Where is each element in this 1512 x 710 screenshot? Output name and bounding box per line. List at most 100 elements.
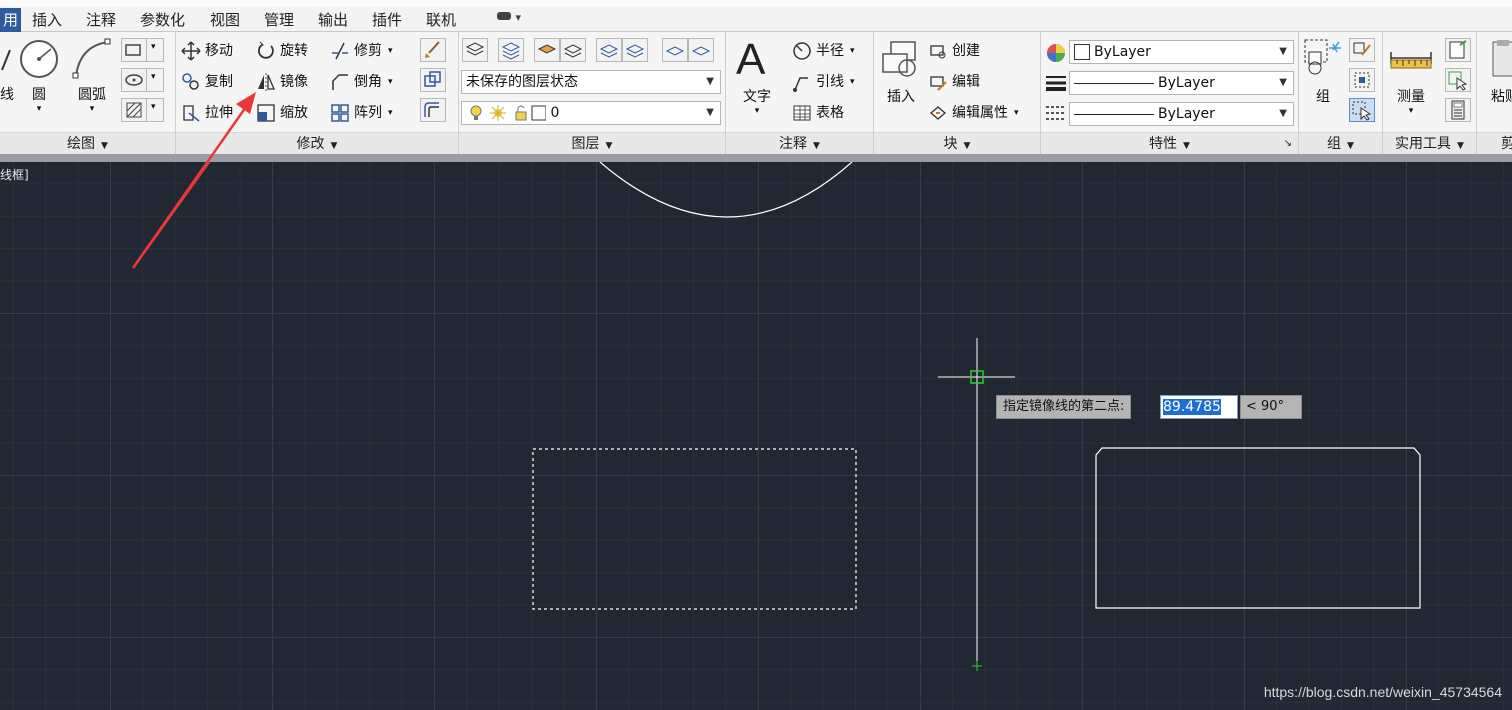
move-icon xyxy=(181,41,201,61)
tab-output[interactable]: 输出 xyxy=(318,9,348,31)
chevron-down-icon: ▼ xyxy=(1457,141,1464,151)
group-edit-button[interactable] xyxy=(1349,68,1375,92)
modify-panel-title[interactable]: 修改 ▼ xyxy=(176,132,458,154)
clipboard-panel-title[interactable]: 剪 xyxy=(1477,132,1512,154)
layer-walk-button[interactable] xyxy=(662,38,688,62)
quick-select-button[interactable] xyxy=(1445,38,1471,62)
layers-panel-title[interactable]: 图层 ▼ xyxy=(459,132,725,154)
color-dropdown[interactable]: ByLayer ▼ xyxy=(1069,40,1294,64)
ellipse-dropdown[interactable]: ▾ xyxy=(146,68,164,92)
dynamic-input-angle[interactable]: < 90° xyxy=(1240,395,1302,419)
scale-button[interactable]: 缩放 xyxy=(256,101,308,125)
dynamic-input-value[interactable]: 89.4785 xyxy=(1160,395,1238,419)
text-button[interactable]: 文字 ▾ xyxy=(734,86,780,116)
edit-attributes-button[interactable]: 编辑属性 ▾ xyxy=(928,101,1019,125)
panel-launcher-icon[interactable]: ↘ xyxy=(1284,133,1292,155)
tab-online[interactable]: 联机 xyxy=(426,9,456,31)
chevron-down-icon: ▾ xyxy=(388,46,393,56)
erase-button[interactable] xyxy=(420,38,446,62)
hatch-dropdown[interactable]: ▾ xyxy=(146,98,164,122)
mirror-button[interactable]: 镜像 xyxy=(256,70,308,94)
layer-isolate-button[interactable] xyxy=(534,38,560,62)
create-block-icon xyxy=(930,45,946,59)
chevron-down-icon: ▾ xyxy=(151,102,156,112)
calculator-button[interactable] xyxy=(1445,98,1471,122)
hatch-button[interactable] xyxy=(121,98,147,122)
tab-parametric[interactable]: 参数化 xyxy=(140,9,185,31)
linetype-dropdown[interactable]: ByLayer ▼ xyxy=(1069,102,1294,126)
tab-overflow-button[interactable]: ▾ xyxy=(496,11,521,24)
scale-icon xyxy=(257,104,275,122)
rotate-button[interactable]: 旋转 xyxy=(256,39,308,63)
leader-button[interactable]: 引线 ▾ xyxy=(792,70,855,94)
layer-off-button[interactable] xyxy=(596,38,622,62)
move-button[interactable]: 移动 xyxy=(181,39,233,63)
layer-walk-icon xyxy=(665,46,685,56)
copy-button[interactable]: 复制 xyxy=(181,70,233,94)
table-button[interactable]: 表格 xyxy=(792,101,844,125)
tab-view[interactable]: 视图 xyxy=(210,9,240,31)
tab-insert[interactable]: 插入 xyxy=(32,9,62,31)
line-button[interactable]: 线 xyxy=(0,84,14,104)
arc-button[interactable]: 圆弧 ▾ xyxy=(70,84,114,114)
move-label: 移动 xyxy=(205,43,233,59)
create-block-button[interactable]: 创建 xyxy=(928,39,980,63)
layer-merge-button[interactable] xyxy=(688,38,714,62)
chevron-down-icon: ▼ xyxy=(101,141,108,151)
explode-button[interactable] xyxy=(420,68,446,92)
edit-block-button[interactable]: 编辑 xyxy=(928,70,980,94)
group-panel-title[interactable]: 组 ▼ xyxy=(1299,132,1382,154)
chevron-down-icon: ▼ xyxy=(706,76,714,87)
tab-manage[interactable]: 管理 xyxy=(264,9,294,31)
offset-button[interactable] xyxy=(420,98,446,122)
utilities-panel-title[interactable]: 实用工具 ▼ xyxy=(1383,132,1476,154)
chevron-down-icon: ▼ xyxy=(1279,108,1287,119)
layer-match-button[interactable] xyxy=(498,38,524,62)
rotate-label: 旋转 xyxy=(280,43,308,59)
ellipse-button[interactable] xyxy=(121,68,147,92)
tab-plugins[interactable]: 插件 xyxy=(372,9,402,31)
group-selection-toggle[interactable] xyxy=(1349,98,1375,122)
line-sample xyxy=(1074,82,1154,84)
tab-home[interactable]: 用 xyxy=(0,8,22,32)
paste-button[interactable]: 粘贴 xyxy=(1491,86,1512,106)
drawing-canvas[interactable]: 线框] 指定镜像线的第二点: 89.4785 < 90° https://blo… xyxy=(0,162,1512,710)
layer-dropdown[interactable]: 0 ▼ xyxy=(461,101,721,125)
radius-dimension-button[interactable]: 半径 ▾ xyxy=(792,39,855,63)
edit-label: 编辑 xyxy=(952,74,980,90)
color-swatch xyxy=(1074,44,1090,60)
layer-properties-button[interactable] xyxy=(462,38,488,62)
layer-lock-button[interactable] xyxy=(622,38,648,62)
watermark: https://blog.csdn.net/weixin_45734564 xyxy=(1263,684,1502,700)
selected-rectangle[interactable] xyxy=(532,448,857,610)
layer-freeze-button[interactable] xyxy=(560,38,586,62)
properties-panel-title[interactable]: 特性 ▼ ↘ xyxy=(1041,132,1298,154)
circle-button[interactable]: 圆 ▾ xyxy=(18,84,60,114)
arc-entity[interactable] xyxy=(599,162,853,218)
tab-annotate[interactable]: 注释 xyxy=(86,9,116,31)
rectangle-button[interactable] xyxy=(121,38,147,62)
measure-button[interactable]: 测量 ▾ xyxy=(1389,86,1433,116)
lineweight-dropdown[interactable]: ByLayer ▼ xyxy=(1069,71,1294,95)
group-button[interactable]: 组 xyxy=(1303,86,1343,106)
stretch-button[interactable]: 拉伸 xyxy=(181,101,233,125)
fillet-button[interactable]: 倒角 ▾ xyxy=(330,70,393,94)
block-panel-title[interactable]: 块 ▼ xyxy=(874,132,1040,154)
clipboard-icon xyxy=(1492,40,1512,77)
draw-panel-title[interactable]: 绘图 ▼ xyxy=(0,132,175,154)
mirror-icon xyxy=(258,73,275,91)
rectangle-dropdown[interactable]: ▾ xyxy=(146,38,164,62)
trim-button[interactable]: 修剪 ▾ xyxy=(330,39,393,63)
leader-label: 引线 xyxy=(816,74,844,90)
layer-state-dropdown[interactable]: 未保存的图层状态 ▼ xyxy=(461,70,721,94)
modify-panel: 移动 旋转 修剪 ▾ 复制 镜像 倒角 ▾ 拉伸 缩放 阵列 ▾ 修改 ▼ xyxy=(176,32,459,154)
text-icon: A xyxy=(736,35,766,84)
group-selection-icon xyxy=(1352,101,1372,121)
ungroup-button[interactable] xyxy=(1349,38,1375,62)
annotation-panel-title[interactable]: 注释 ▼ xyxy=(726,132,873,154)
array-button[interactable]: 阵列 ▾ xyxy=(330,101,393,125)
select-all-button[interactable] xyxy=(1445,68,1471,92)
insert-button[interactable]: 插入 xyxy=(878,86,924,106)
chevron-down-icon: ▼ xyxy=(1279,77,1287,88)
rotate-icon xyxy=(258,41,274,59)
